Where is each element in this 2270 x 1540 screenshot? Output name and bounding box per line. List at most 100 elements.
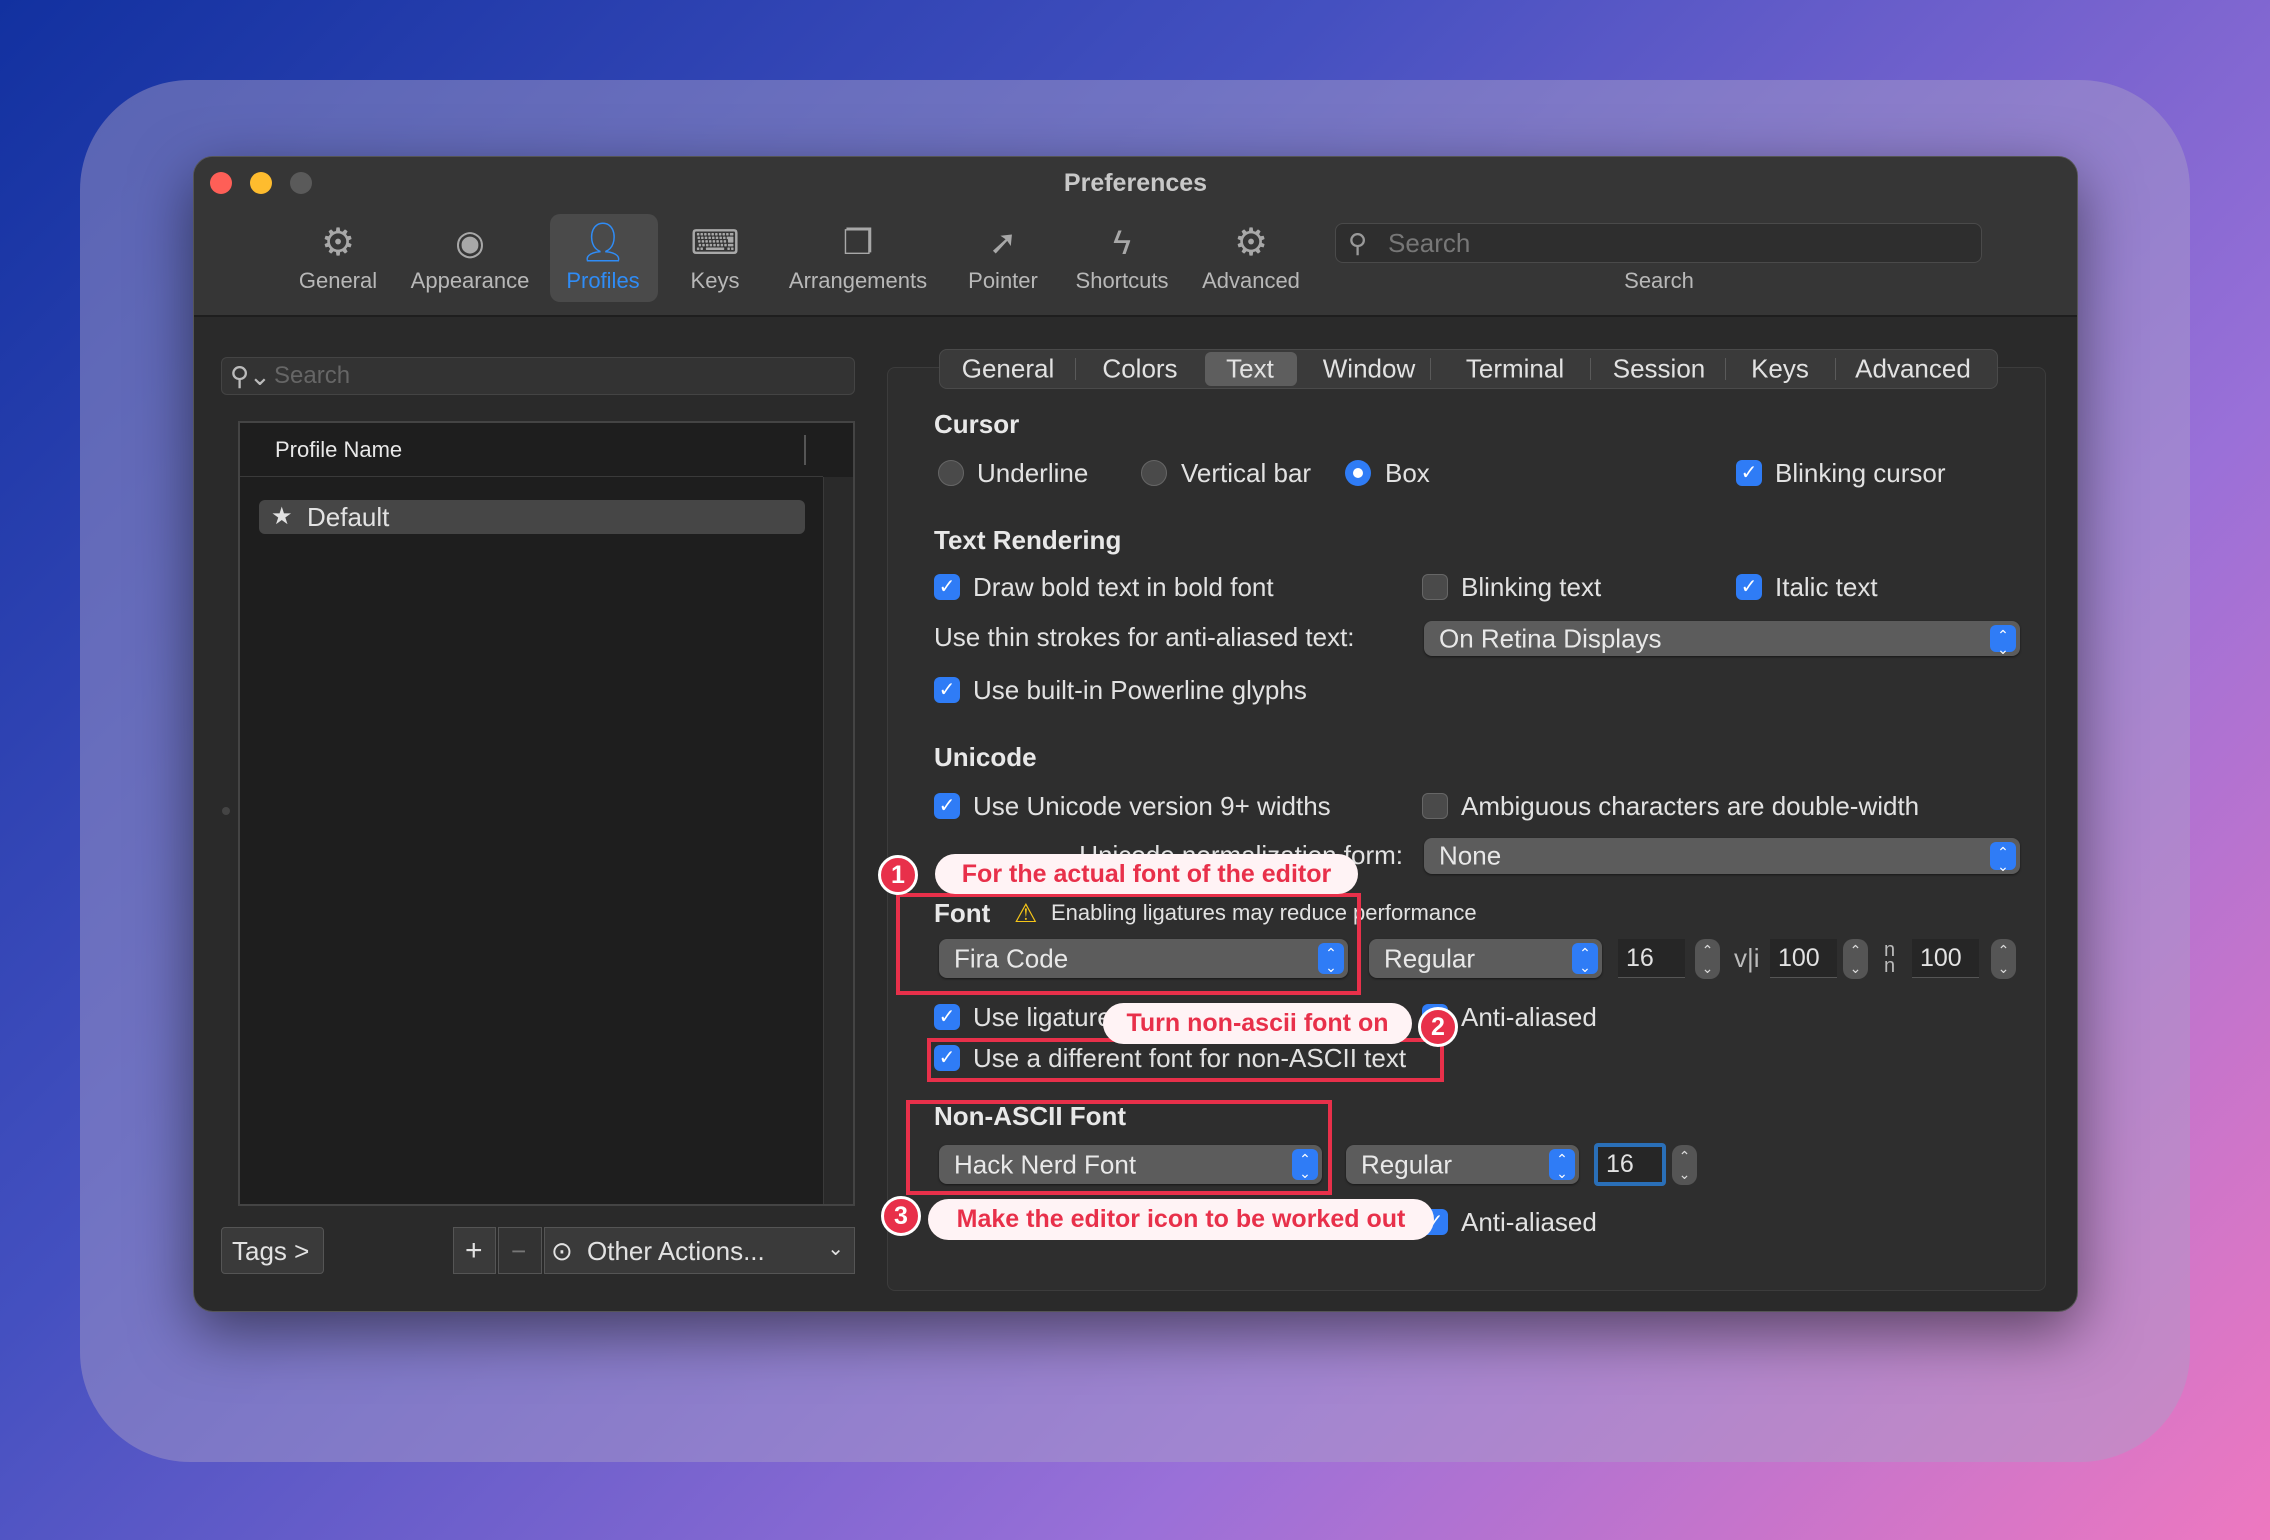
window-title: Preferences [1063, 169, 1208, 197]
toolbar: Preferences ⚙ General ◉ Appearance 👤︎ Profi… [194, 157, 2077, 317]
tab-keys[interactable]: Keys [1751, 354, 1809, 385]
checkbox-label: Use Unicode version 9+ widths [973, 791, 1331, 821]
font-size-stepper[interactable]: ⌃ ⌄ [1695, 939, 1720, 979]
ligatures-checkbox[interactable]: ✓ [934, 1004, 960, 1030]
search-placeholder: Search [1388, 228, 1471, 258]
sidebar-resize-handle[interactable] [222, 807, 230, 815]
toolbar-label: Arrangements [788, 268, 928, 293]
checkbox-label: Draw bold text in bold font [973, 572, 1274, 602]
tab-advanced[interactable]: Advanced [1855, 354, 1971, 385]
search-placeholder: Search [274, 362, 351, 389]
tab-terminal[interactable]: Terminal [1466, 354, 1564, 385]
radio-label: Box [1385, 458, 1430, 488]
normalization-select[interactable]: None ⌃ ⌄ [1424, 838, 2020, 874]
toolbar-label: Appearance [410, 268, 530, 293]
non-ascii-size-stepper[interactable]: ⌃ ⌄ [1672, 1145, 1697, 1185]
toolbar-label: Pointer [968, 268, 1038, 293]
tab-window[interactable]: Window [1323, 354, 1415, 385]
checkbox-label: Use built-in Powerline glyphs [973, 675, 1307, 705]
tab-session[interactable]: Session [1613, 354, 1706, 385]
tab-separator [1835, 358, 1836, 380]
unicode-widths-checkbox[interactable]: ✓ [934, 793, 960, 819]
annotation-callout-1: For the actual font of the editor [935, 854, 1358, 894]
search-label: Search [1624, 268, 1694, 293]
vertical-spacing-stepper[interactable]: ⌃ ⌄ [1843, 939, 1868, 979]
table-header: Profile Name [240, 423, 823, 477]
bold-font-checkbox[interactable]: ✓ [934, 574, 960, 600]
ambiguous-checkbox[interactable] [1422, 793, 1448, 819]
powerline-checkbox[interactable]: ✓ [934, 677, 960, 703]
radio-box[interactable] [1345, 460, 1371, 486]
checkbox-label: Ambiguous characters are double-width [1461, 791, 1920, 821]
checkbox-label: Blinking text [1461, 572, 1602, 602]
windows-icon: ❐ [842, 224, 874, 262]
remove-profile-button[interactable]: − [498, 1227, 542, 1274]
unicode-heading: Unicode [934, 742, 1037, 772]
horizontal-spacing-stepper[interactable]: ⌃ ⌄ [1991, 939, 2016, 979]
toolbar-label: Profiles [566, 268, 640, 293]
font-style-select[interactable]: Regular ⌃ ⌄ [1369, 939, 1602, 978]
annotation-box-2 [927, 1038, 1444, 1082]
italic-text-checkbox[interactable]: ✓ [1736, 574, 1762, 600]
add-profile-button[interactable]: + [453, 1227, 496, 1274]
close-button[interactable] [210, 172, 232, 194]
cursor-heading: Cursor [934, 409, 1020, 439]
blinking-cursor-checkbox[interactable]: ✓ [1736, 460, 1762, 486]
updown-icon: ⌃ ⌄ [1549, 1149, 1575, 1180]
pointer-icon: ➚ [988, 224, 1018, 262]
text-rendering-heading: Text Rendering [934, 525, 1122, 555]
zoom-button[interactable] [290, 172, 312, 194]
star-icon: ★ [271, 503, 293, 530]
radio-label: Underline [977, 458, 1089, 488]
non-ascii-size-field[interactable]: 16 [1594, 1143, 1666, 1186]
vertical-spacing-icon: v|i [1734, 943, 1760, 973]
toolbar-label: General [298, 268, 378, 293]
tab-general[interactable]: General [962, 354, 1055, 385]
tags-label: Tags > [232, 1236, 310, 1266]
horizontal-spacing-icon: nn [1884, 939, 1896, 977]
minimize-button[interactable] [250, 172, 272, 194]
tab-colors[interactable]: Colors [1102, 354, 1177, 385]
toolbar-search-input[interactable]: ⚲ Search [1335, 223, 1982, 263]
search-icon: ⚲⌄ [230, 361, 271, 391]
annotation-number-1: 1 [878, 855, 918, 895]
profile-search-input[interactable]: ⚲⌄ Search [221, 357, 855, 395]
radio-label: Vertical bar [1181, 458, 1312, 488]
column-header-profile-name[interactable]: Profile Name [275, 433, 402, 467]
updown-icon: ⌃ ⌄ [1572, 943, 1598, 974]
annotation-number-3: 3 [881, 1196, 921, 1236]
thin-strokes-select[interactable]: On Retina Displays ⌃ ⌄ [1424, 621, 2020, 656]
annotation-callout-3: Make the editor icon to be worked out [928, 1199, 1434, 1240]
gear-icon: ⚙ [320, 222, 356, 264]
updown-icon: ⌃ ⌄ [1990, 842, 2016, 873]
select-value: None [1439, 840, 1502, 871]
plus-icon: + [465, 1234, 483, 1267]
radio-vertical-bar[interactable] [1141, 460, 1167, 486]
ellipsis-icon: ⊙ [551, 1236, 573, 1266]
radio-underline[interactable] [938, 460, 964, 486]
select-value: Regular [1384, 943, 1476, 973]
search-icon: ⚲ [1348, 228, 1368, 258]
font-size-field[interactable]: 16 [1618, 939, 1685, 978]
non-ascii-style-select[interactable]: Regular ⌃ ⌄ [1346, 1145, 1579, 1184]
checkbox-label: Anti-aliased [1461, 1207, 1597, 1237]
tab-separator [1590, 358, 1591, 380]
gears-icon: ⚙ [1233, 222, 1269, 264]
toolbar-label: Keys [690, 268, 740, 293]
person-icon: 👤︎ [578, 222, 628, 264]
profile-table: Profile Name ★ Default [238, 421, 855, 1206]
profile-row-default[interactable]: ★ Default [259, 500, 805, 534]
tags-button[interactable]: Tags > [221, 1227, 324, 1274]
blinking-text-checkbox[interactable] [1422, 574, 1448, 600]
chevron-down-icon: ⌄ [827, 1238, 844, 1260]
keyboard-icon: ⌨ [690, 224, 740, 262]
table-scrollbar[interactable] [823, 477, 853, 1204]
thin-strokes-label: Use thin strokes for anti-aliased text: [934, 622, 1355, 652]
other-actions-button[interactable]: ⊙ Other Actions... ⌄ [544, 1227, 855, 1274]
vertical-spacing-field[interactable]: 100 [1770, 939, 1837, 978]
horizontal-spacing-field[interactable]: 100 [1912, 939, 1979, 978]
tab-text[interactable]: Text [1226, 354, 1274, 385]
toolbar-label: Advanced [1202, 268, 1300, 293]
profile-tabs: General Colors Text Window Terminal Sess… [939, 349, 1998, 389]
checkbox-label: Anti-aliased [1461, 1002, 1597, 1032]
